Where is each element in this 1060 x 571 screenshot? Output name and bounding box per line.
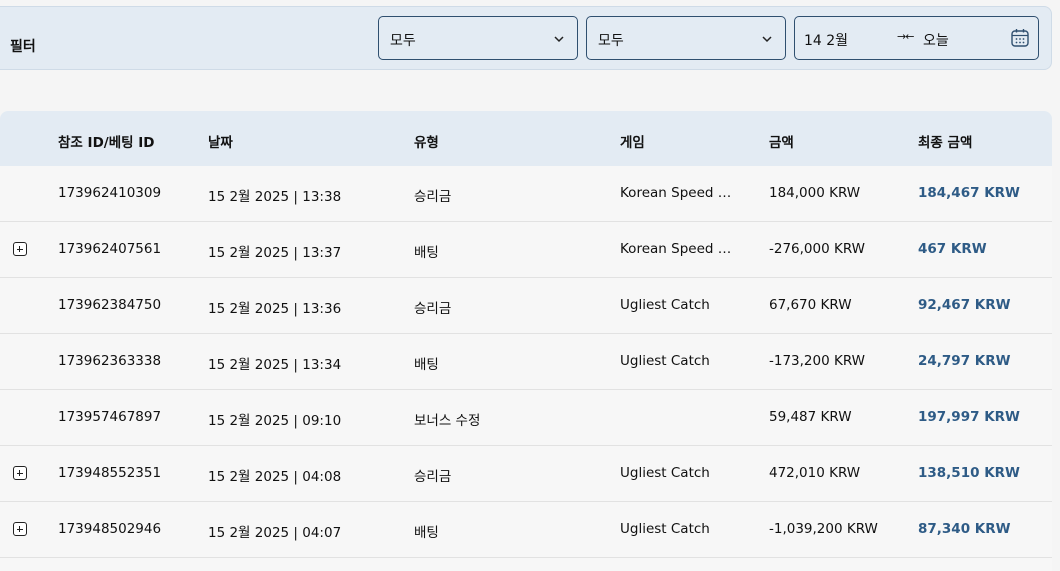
cell-amount: -276,000 KRW	[769, 241, 866, 257]
cell-date: 15 2월 2025 | 04:08	[208, 469, 342, 485]
cell-type: 승리금	[414, 189, 452, 205]
cell-final-amount: 467 KRW	[918, 241, 987, 257]
cell-final-amount: 87,340 KRW	[918, 521, 1011, 537]
date-to[interactable]: 오늘	[923, 30, 949, 50]
cell-game: Ugliest Catch	[620, 353, 710, 369]
cell-type: 배팅	[414, 357, 439, 373]
cell-final-amount: 197,997 KRW	[918, 409, 1020, 425]
cell-ref-id: 173962410309	[58, 185, 162, 201]
cell-date: 15 2월 2025 | 13:36	[208, 301, 342, 317]
cell-date: 15 2월 2025 | 13:38	[208, 189, 342, 205]
date-range-picker[interactable]: 14 2월 →← 오늘	[794, 16, 1039, 60]
cell-date: 15 2월 2025 | 09:10	[208, 413, 342, 429]
table-header: 참조 ID/베팅 ID 날짜 유형 게임 금액 최종 금액	[0, 111, 1052, 166]
cell-type: 보너스 수정	[414, 413, 481, 429]
cell-amount: -1,039,200 KRW	[769, 521, 878, 537]
header-amount: 금액	[769, 135, 794, 151]
cell-type: 승리금	[414, 469, 452, 485]
header-date: 날짜	[208, 135, 233, 151]
date-from[interactable]: 14 2월	[804, 30, 848, 50]
cell-amount: 472,010 KRW	[769, 465, 861, 481]
header-game: 게임	[620, 135, 645, 151]
type-select-value: 모두	[390, 33, 416, 49]
cell-ref-id: 173948552351	[58, 465, 162, 481]
cell-type: 배팅	[414, 245, 439, 261]
range-arrows-icon: →←	[897, 30, 914, 43]
cell-amount: 184,000 KRW	[769, 185, 861, 201]
cell-game: Ugliest Catch	[620, 297, 710, 313]
cell-final-amount: 184,467 KRW	[918, 185, 1020, 201]
cell-game: Korean Speed …	[620, 185, 732, 201]
expand-row-icon[interactable]	[13, 242, 27, 256]
expand-row-icon[interactable]	[13, 522, 27, 536]
cell-date: 15 2월 2025 | 04:07	[208, 525, 342, 541]
table-row: 173962407561 15 2월 2025 | 13:37 배팅 Korean S…	[0, 222, 1052, 278]
cell-game: Ugliest Catch	[620, 521, 710, 537]
cell-final-amount: 138,510 KRW	[918, 465, 1020, 481]
table-row: 173962410309 15 2월 2025 | 13:38 승리금 Korean …	[0, 166, 1052, 222]
game-select-value: 모두	[598, 33, 624, 49]
table-row: 173957467897 15 2월 2025 | 09:10 보너스 수정 59,4…	[0, 390, 1052, 446]
table-row: 173948552351 15 2월 2025 | 04:08 승리금 Ugliest…	[0, 446, 1052, 502]
cell-type: 배팅	[414, 525, 439, 541]
table-row: 173962363338 15 2월 2025 | 13:34 배팅 Ugliest …	[0, 334, 1052, 390]
cell-final-amount: 24,797 KRW	[918, 353, 1011, 369]
cell-ref-id: 173962384750	[58, 297, 162, 313]
cell-ref-id: 173962363338	[58, 353, 162, 369]
cell-amount: 59,487 KRW	[769, 409, 852, 425]
cell-ref-id: 173948502946	[58, 521, 162, 537]
header-final-amount: 최종 금액	[918, 135, 973, 151]
expand-row-icon[interactable]	[13, 466, 27, 480]
cell-game: Korean Speed …	[620, 241, 732, 257]
table-row: 173948502946 15 2월 2025 | 04:07 배팅 Ugliest …	[0, 502, 1052, 558]
header-ref-id: 참조 ID/베팅 ID	[58, 135, 155, 151]
cell-ref-id: 173957467897	[58, 409, 162, 425]
transactions-table: 참조 ID/베팅 ID 날짜 유형 게임 금액 최종 금액 1739624103…	[0, 111, 1052, 571]
chevron-down-icon	[762, 36, 772, 43]
chevron-down-icon	[554, 36, 564, 43]
cell-ref-id: 173962407561	[58, 241, 162, 257]
cell-date: 15 2월 2025 | 13:37	[208, 245, 342, 261]
cell-amount: 67,670 KRW	[769, 297, 852, 313]
cell-type: 승리금	[414, 301, 452, 317]
table-row: 173962384750 15 2월 2025 | 13:36 승리금 Ugliest…	[0, 278, 1052, 334]
game-select[interactable]: 모두	[586, 16, 786, 60]
header-type: 유형	[414, 135, 439, 151]
calendar-icon[interactable]	[1011, 28, 1029, 48]
cell-date: 15 2월 2025 | 13:34	[208, 357, 342, 373]
type-select[interactable]: 모두	[378, 16, 578, 60]
cell-final-amount: 92,467 KRW	[918, 297, 1011, 313]
cell-amount: -173,200 KRW	[769, 353, 866, 369]
cell-game: Ugliest Catch	[620, 465, 710, 481]
filter-title: 필터	[10, 39, 36, 55]
